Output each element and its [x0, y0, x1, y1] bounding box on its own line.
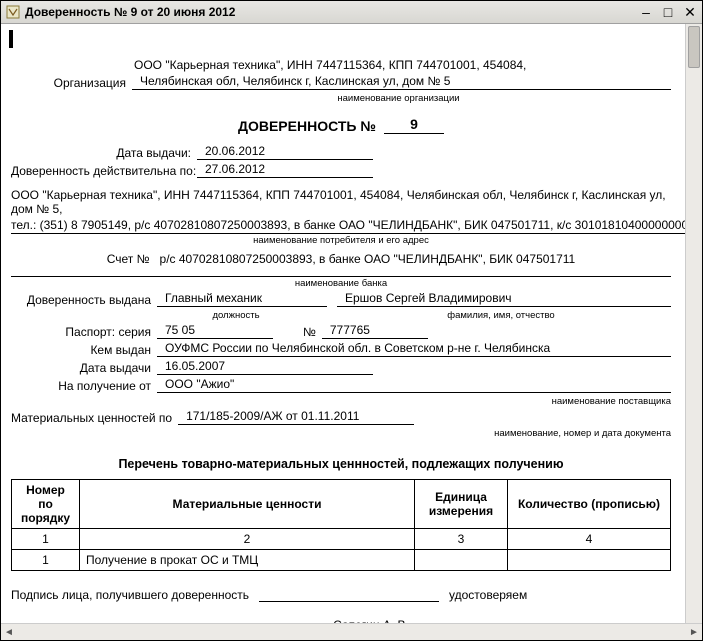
titlebar[interactable]: Доверенность № 9 от 20 июня 2012 – □ ✕	[1, 1, 702, 24]
issue-date: 20.06.2012	[197, 144, 373, 160]
row-unit	[415, 550, 508, 571]
coln2: 2	[80, 529, 415, 550]
goods-table: Номер по порядку Материальные ценности Е…	[11, 479, 671, 571]
vertical-scrollbar[interactable]	[685, 24, 702, 623]
close-button[interactable]: ✕	[682, 4, 698, 21]
table-colnum-row: 1 2 3 4	[12, 529, 671, 550]
coln3: 3	[415, 529, 508, 550]
maximize-button[interactable]: □	[660, 4, 676, 21]
row-qty	[508, 550, 671, 571]
org-line1: ООО "Карьерная техника", ИНН 7447115364,…	[126, 58, 671, 72]
text-cursor	[9, 30, 13, 48]
issued-by: ОУФМС России по Челябинской обл. в Совет…	[157, 341, 671, 357]
scroll-left-icon[interactable]: ◄	[1, 624, 17, 640]
scroll-right-icon[interactable]: ►	[686, 624, 702, 640]
bank-caption: наименование банка	[11, 278, 671, 289]
issued-to-label: Доверенность выдана	[11, 293, 157, 307]
table-title: Перечень товарно-материальных ценнностей…	[11, 457, 671, 471]
passport-date-label: Дата выдачи	[11, 361, 157, 375]
receive-from-label: На получение от	[11, 379, 157, 393]
valid-until-label: Доверенность действительна по:	[11, 164, 197, 178]
horizontal-scrollbar[interactable]: ◄ ►	[1, 623, 702, 640]
goods-by: 171/185-2009/АЖ от 01.11.2011	[178, 409, 414, 425]
document-heading: ДОВЕРЕННОСТЬ № 9	[11, 116, 671, 134]
receiver-signature-line	[259, 587, 439, 602]
certify-label: удостоверяем	[449, 588, 527, 602]
col-unit: Единица измерения	[415, 480, 508, 529]
document-viewport[interactable]: ООО "Карьерная техника", ИНН 7447115364,…	[1, 24, 685, 623]
issue-date-label: Дата выдачи:	[11, 146, 197, 160]
passport-number: 777765	[322, 323, 428, 339]
org-caption: наименование организации	[126, 93, 671, 104]
table-row: 1 Получение в прокат ОС и ТМЦ	[12, 550, 671, 571]
row-num: 1	[12, 550, 80, 571]
position-caption: должность	[151, 310, 321, 321]
passport-num-label: №	[273, 325, 322, 339]
bank-underline	[11, 276, 671, 277]
app-window: Доверенность № 9 от 20 июня 2012 – □ ✕ О…	[0, 0, 703, 641]
receive-from: ООО "Ажио"	[157, 377, 671, 393]
consumer-caption: наименование потребителя и его адрес	[11, 235, 671, 246]
org-label: Организация	[11, 76, 132, 90]
document-body: ООО "Карьерная техника", ИНН 7447115364,…	[1, 24, 681, 623]
app-icon	[5, 4, 21, 20]
valid-until: 27.06.2012	[197, 162, 373, 178]
minimize-button[interactable]: –	[638, 4, 654, 21]
fio: Ершов Сергей Владимирович	[337, 291, 671, 307]
col-qty: Количество (прописью)	[508, 480, 671, 529]
col-number: Номер по порядку	[12, 480, 80, 529]
docref-caption: наименование, номер и дата документа	[181, 428, 671, 439]
vertical-scrollbar-thumb[interactable]	[688, 26, 700, 68]
col-goods: Материальные ценности	[80, 480, 415, 529]
window-controls: – □ ✕	[638, 4, 698, 21]
passport-date: 16.05.2007	[157, 359, 373, 375]
coln1: 1	[12, 529, 80, 550]
account-value: р/с 40702810807250003893, в банке ОАО "Ч…	[156, 252, 576, 266]
heading-label: ДОВЕРЕННОСТЬ №	[238, 118, 376, 134]
consumer-line1: ООО "Карьерная техника", ИНН 7447115364,…	[11, 188, 671, 216]
account-label: Счет №	[107, 252, 156, 266]
goods-by-label: Материальных ценностей по	[11, 411, 178, 425]
row-name: Получение в прокат ОС и ТМЦ	[80, 550, 415, 571]
issued-by-label: Кем выдан	[11, 343, 157, 357]
org-line2: Челябинская обл, Челябинск г, Каслинская…	[132, 74, 671, 90]
position: Главный механик	[157, 291, 327, 307]
consumer-line2: тел.: (351) 8 7905149, р/с 4070281080725…	[11, 218, 685, 234]
sign-receiver-label: Подпись лица, получившего доверенность	[11, 588, 249, 602]
fio-caption: фамилия, имя, отчество	[331, 310, 671, 321]
table-header-row: Номер по порядку Материальные ценности Е…	[12, 480, 671, 529]
coln4: 4	[508, 529, 671, 550]
heading-number: 9	[384, 116, 444, 134]
passport-label: Паспорт: серия	[11, 325, 157, 339]
supplier-caption: наименование поставщика	[151, 396, 671, 407]
passport-series: 75 05	[157, 323, 273, 339]
window-title: Доверенность № 9 от 20 июня 2012	[25, 5, 235, 19]
